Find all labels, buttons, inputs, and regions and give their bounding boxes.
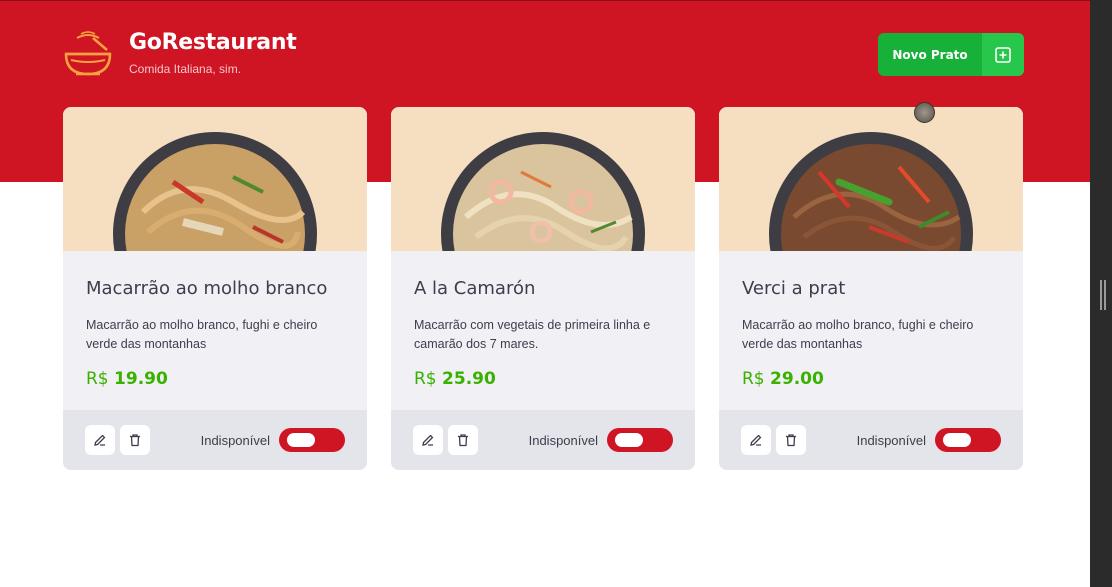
price-currency: R$ — [742, 369, 765, 389]
dish-name: A la Camarón — [414, 278, 536, 299]
availability: Indisponível — [857, 428, 1001, 452]
dish-card: A la Camarón Macarrão com vegetais de pr… — [391, 107, 695, 470]
dish-image — [63, 107, 367, 251]
dish-card: Macarrão ao molho branco Macarrão ao mol… — [63, 107, 367, 470]
dish-image — [719, 107, 1023, 251]
pencil-icon — [94, 434, 106, 446]
app-title: GoRestaurant — [129, 30, 297, 55]
mouse-cursor — [914, 102, 935, 123]
availability-toggle[interactable] — [607, 428, 673, 452]
dish-price: R$ 25.90 — [414, 369, 673, 389]
dish-card: Verci a prat Macarrão ao molho branco, f… — [719, 107, 1023, 470]
trash-icon — [786, 434, 796, 447]
edit-button[interactable] — [85, 425, 115, 455]
dish-description: Macarrão ao molho branco, fughi e cheiro… — [742, 318, 974, 351]
toggle-knob — [287, 433, 315, 447]
bowl-icon — [64, 31, 112, 76]
price-value: 25.90 — [442, 369, 496, 389]
delete-button[interactable] — [448, 425, 478, 455]
app-subtitle: Comida Italiana, sim. — [129, 62, 242, 76]
price-value: 19.90 — [114, 369, 168, 389]
price-currency: R$ — [86, 369, 109, 389]
dish-description: Macarrão com vegetais de primeira linha … — [414, 318, 651, 351]
new-dish-button[interactable]: Novo Prato — [878, 33, 1024, 76]
toggle-knob — [615, 433, 643, 447]
price-currency: R$ — [414, 369, 437, 389]
dish-price: R$ 29.00 — [742, 369, 1001, 389]
trash-icon — [130, 434, 140, 447]
price-value: 29.00 — [770, 369, 824, 389]
card-footer: Indisponível — [63, 410, 367, 470]
availability-toggle[interactable] — [935, 428, 1001, 452]
logo: GoRestaurant Comida Italiana, sim. — [63, 30, 297, 78]
availability-toggle[interactable] — [279, 428, 345, 452]
availability: Indisponível — [529, 428, 673, 452]
delete-button[interactable] — [120, 425, 150, 455]
delete-button[interactable] — [776, 425, 806, 455]
plus-square-icon — [982, 33, 1024, 76]
resize-handle[interactable] — [1100, 280, 1106, 310]
dish-name: Macarrão ao molho branco — [86, 278, 328, 299]
pencil-icon — [750, 434, 762, 446]
availability-label: Indisponível — [856, 432, 926, 448]
availability: Indisponível — [201, 428, 345, 452]
dish-name: Verci a prat — [742, 278, 846, 299]
dish-description: Macarrão ao molho branco, fughi e cheiro… — [86, 318, 318, 351]
pencil-icon — [422, 434, 434, 446]
edit-button[interactable] — [413, 425, 443, 455]
edit-button[interactable] — [741, 425, 771, 455]
trash-icon — [458, 434, 468, 447]
card-footer: Indisponível — [719, 410, 1023, 470]
new-dish-button-label: Novo Prato — [892, 47, 968, 62]
card-footer: Indisponível — [391, 410, 695, 470]
availability-label: Indisponível — [528, 432, 598, 448]
availability-label: Indisponível — [200, 432, 270, 448]
dish-image — [391, 107, 695, 251]
toggle-knob — [943, 433, 971, 447]
dish-price: R$ 19.90 — [86, 369, 345, 389]
